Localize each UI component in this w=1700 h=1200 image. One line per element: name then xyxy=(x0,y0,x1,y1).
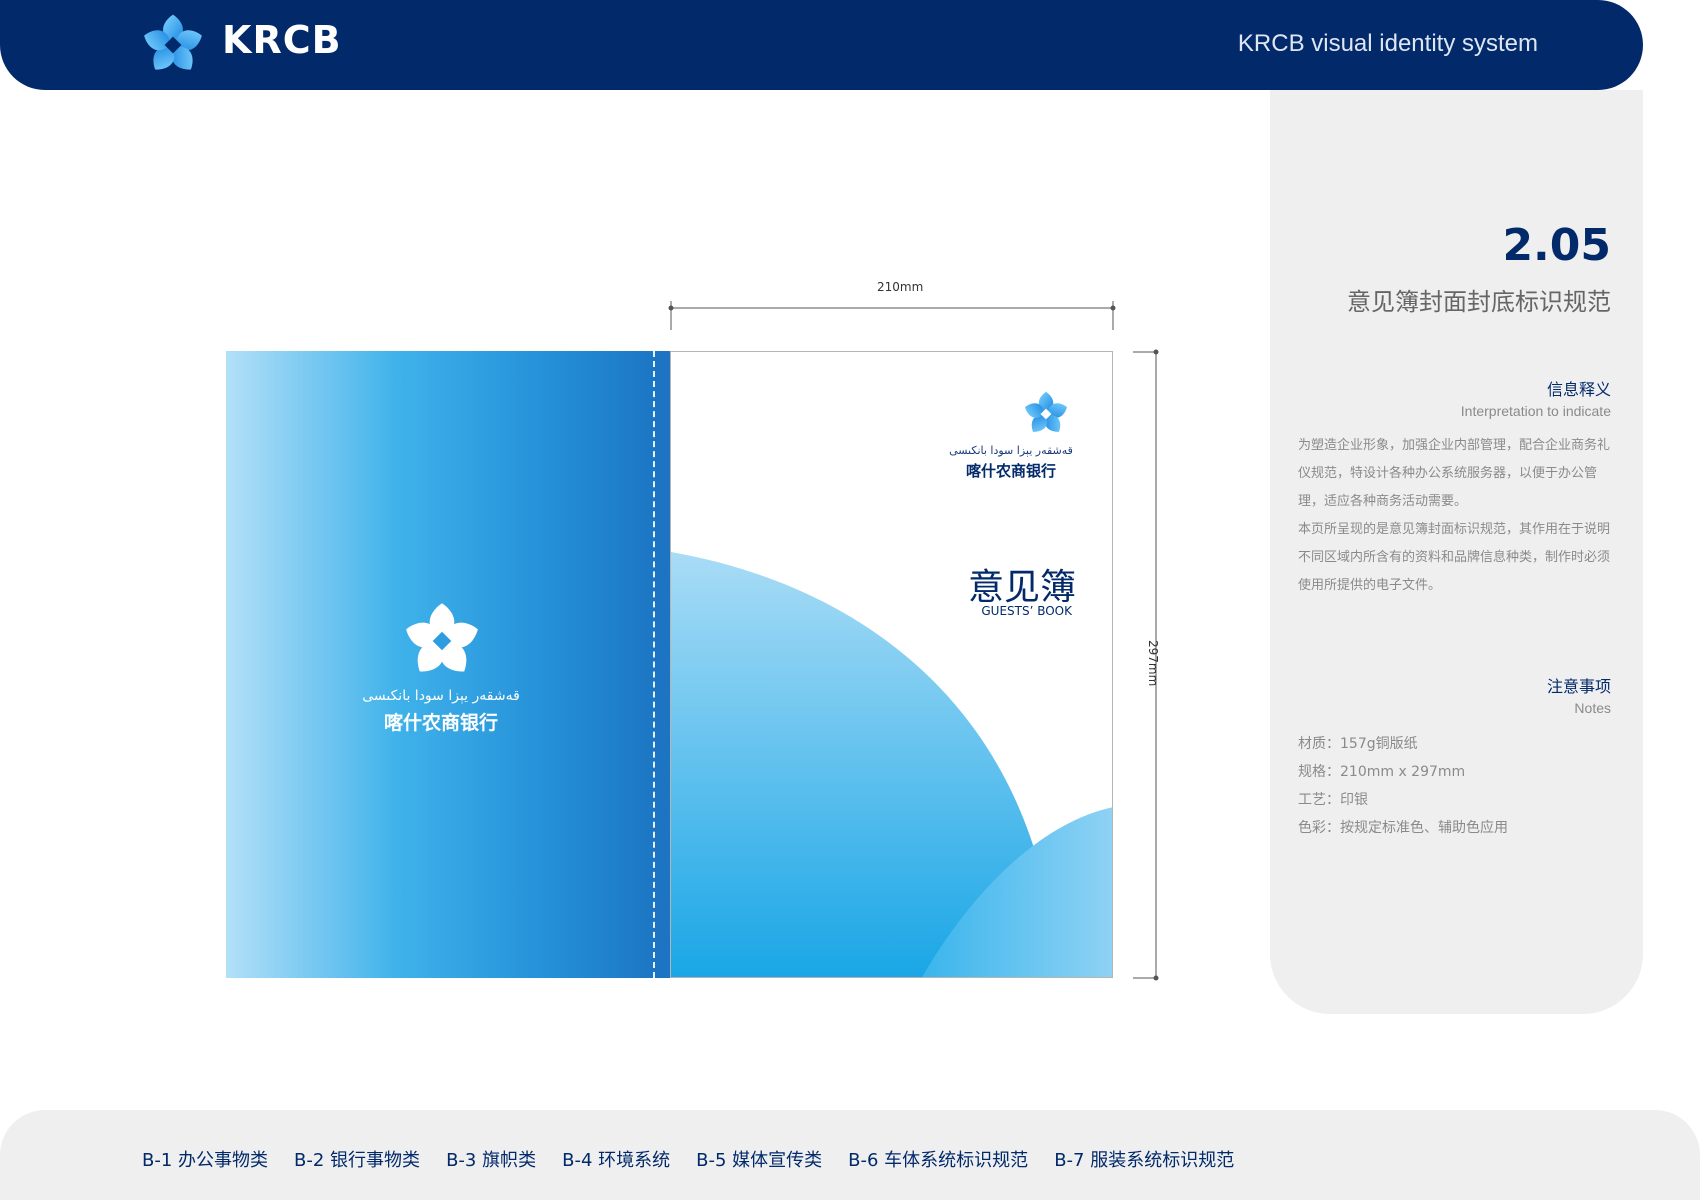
front-cover-chinese-name: 喀什农商银行 xyxy=(965,462,1056,480)
footer-nav-item-b4[interactable]: B-4 环境系统 xyxy=(562,1146,670,1172)
back-cover-flower-logo-icon xyxy=(406,603,478,672)
section-title: 意见簿封面封底标识规范 xyxy=(1347,288,1611,316)
header-bar: KRCB KRCB visual identity system xyxy=(0,0,1643,90)
front-cover-flower-logo-icon xyxy=(1025,391,1067,432)
width-dimension-label: 210mm xyxy=(877,280,924,294)
footer-nav-item-b7[interactable]: B-7 服装系统标识规范 xyxy=(1054,1146,1234,1172)
krcb-flower-logo-icon xyxy=(144,14,202,70)
front-cover: قەشقەر يېزا سودا بانكىسى 喀什农商银行 意见簿 GUES… xyxy=(670,351,1113,978)
section-number: 2.05 xyxy=(1502,220,1611,271)
notes-heading-cn: 注意事项 xyxy=(1546,677,1611,696)
footer-nav-item-b2[interactable]: B-2 银行事物类 xyxy=(294,1146,420,1172)
footer-nav: B-1 办公事物类 B-2 银行事物类 B-3 旗帜类 B-4 环境系统 B-5… xyxy=(142,1146,1234,1172)
footer-nav-item-b5[interactable]: B-5 媒体宣传类 xyxy=(696,1146,822,1172)
info-paragraph-2: 本页所呈现的是意见簿封面标识规范，其作用在于说明不同区域内所含有的资料和品牌信息… xyxy=(1298,522,1611,593)
footer-nav-item-b1[interactable]: B-1 办公事物类 xyxy=(142,1146,268,1172)
info-paragraph-1: 为塑造企业形象，加强企业内部管理，配合企业商务礼仪规范，特设计各种办公系统服务器… xyxy=(1298,438,1611,509)
notes-item: 色彩：按规定标准色、辅助色应用 xyxy=(1298,820,1508,836)
info-heading-cn: 信息释义 xyxy=(1546,380,1611,399)
info-heading-en: Interpretation to indicate xyxy=(1460,403,1611,419)
notes-heading-en: Notes xyxy=(1574,700,1611,716)
front-cover-subtitle: GUESTS’ BOOK xyxy=(981,604,1072,618)
back-cover-uyghur-name: قەشقەر يېزا سودا بانكىسى xyxy=(362,688,520,704)
footer-nav-item-b6[interactable]: B-6 车体系统标识规范 xyxy=(848,1146,1028,1172)
footer-nav-item-b3[interactable]: B-3 旗帜类 xyxy=(446,1146,536,1172)
notes-item: 工艺：印银 xyxy=(1298,792,1368,808)
front-cover-uyghur-name: قەشقەر يېزا سودا بانكىسى xyxy=(949,444,1073,457)
header-tagline: KRCB visual identity system xyxy=(1237,30,1538,57)
notes-item: 规格：210mm x 297mm xyxy=(1298,764,1466,780)
spine-fold-line xyxy=(653,351,655,978)
footer-bar: B-1 办公事物类 B-2 银行事物类 B-3 旗帜类 B-4 环境系统 B-5… xyxy=(0,1110,1700,1200)
spine xyxy=(654,351,670,978)
notes-item: 材质：157g铜版纸 xyxy=(1298,736,1418,752)
back-cover-chinese-name: 喀什农商银行 xyxy=(383,712,498,734)
front-cover-title: 意见簿 xyxy=(967,567,1076,608)
info-panel: 2.05 意见簿封面封底标识规范 信息释义 Interpretation to … xyxy=(1270,90,1643,1014)
height-dimension-label: 297mm xyxy=(1146,640,1160,687)
brand-name: KRCB xyxy=(222,18,342,62)
notes-list: 材质：157g铜版纸 规格：210mm x 297mm 工艺：印银 色彩：按规定… xyxy=(1298,730,1508,842)
